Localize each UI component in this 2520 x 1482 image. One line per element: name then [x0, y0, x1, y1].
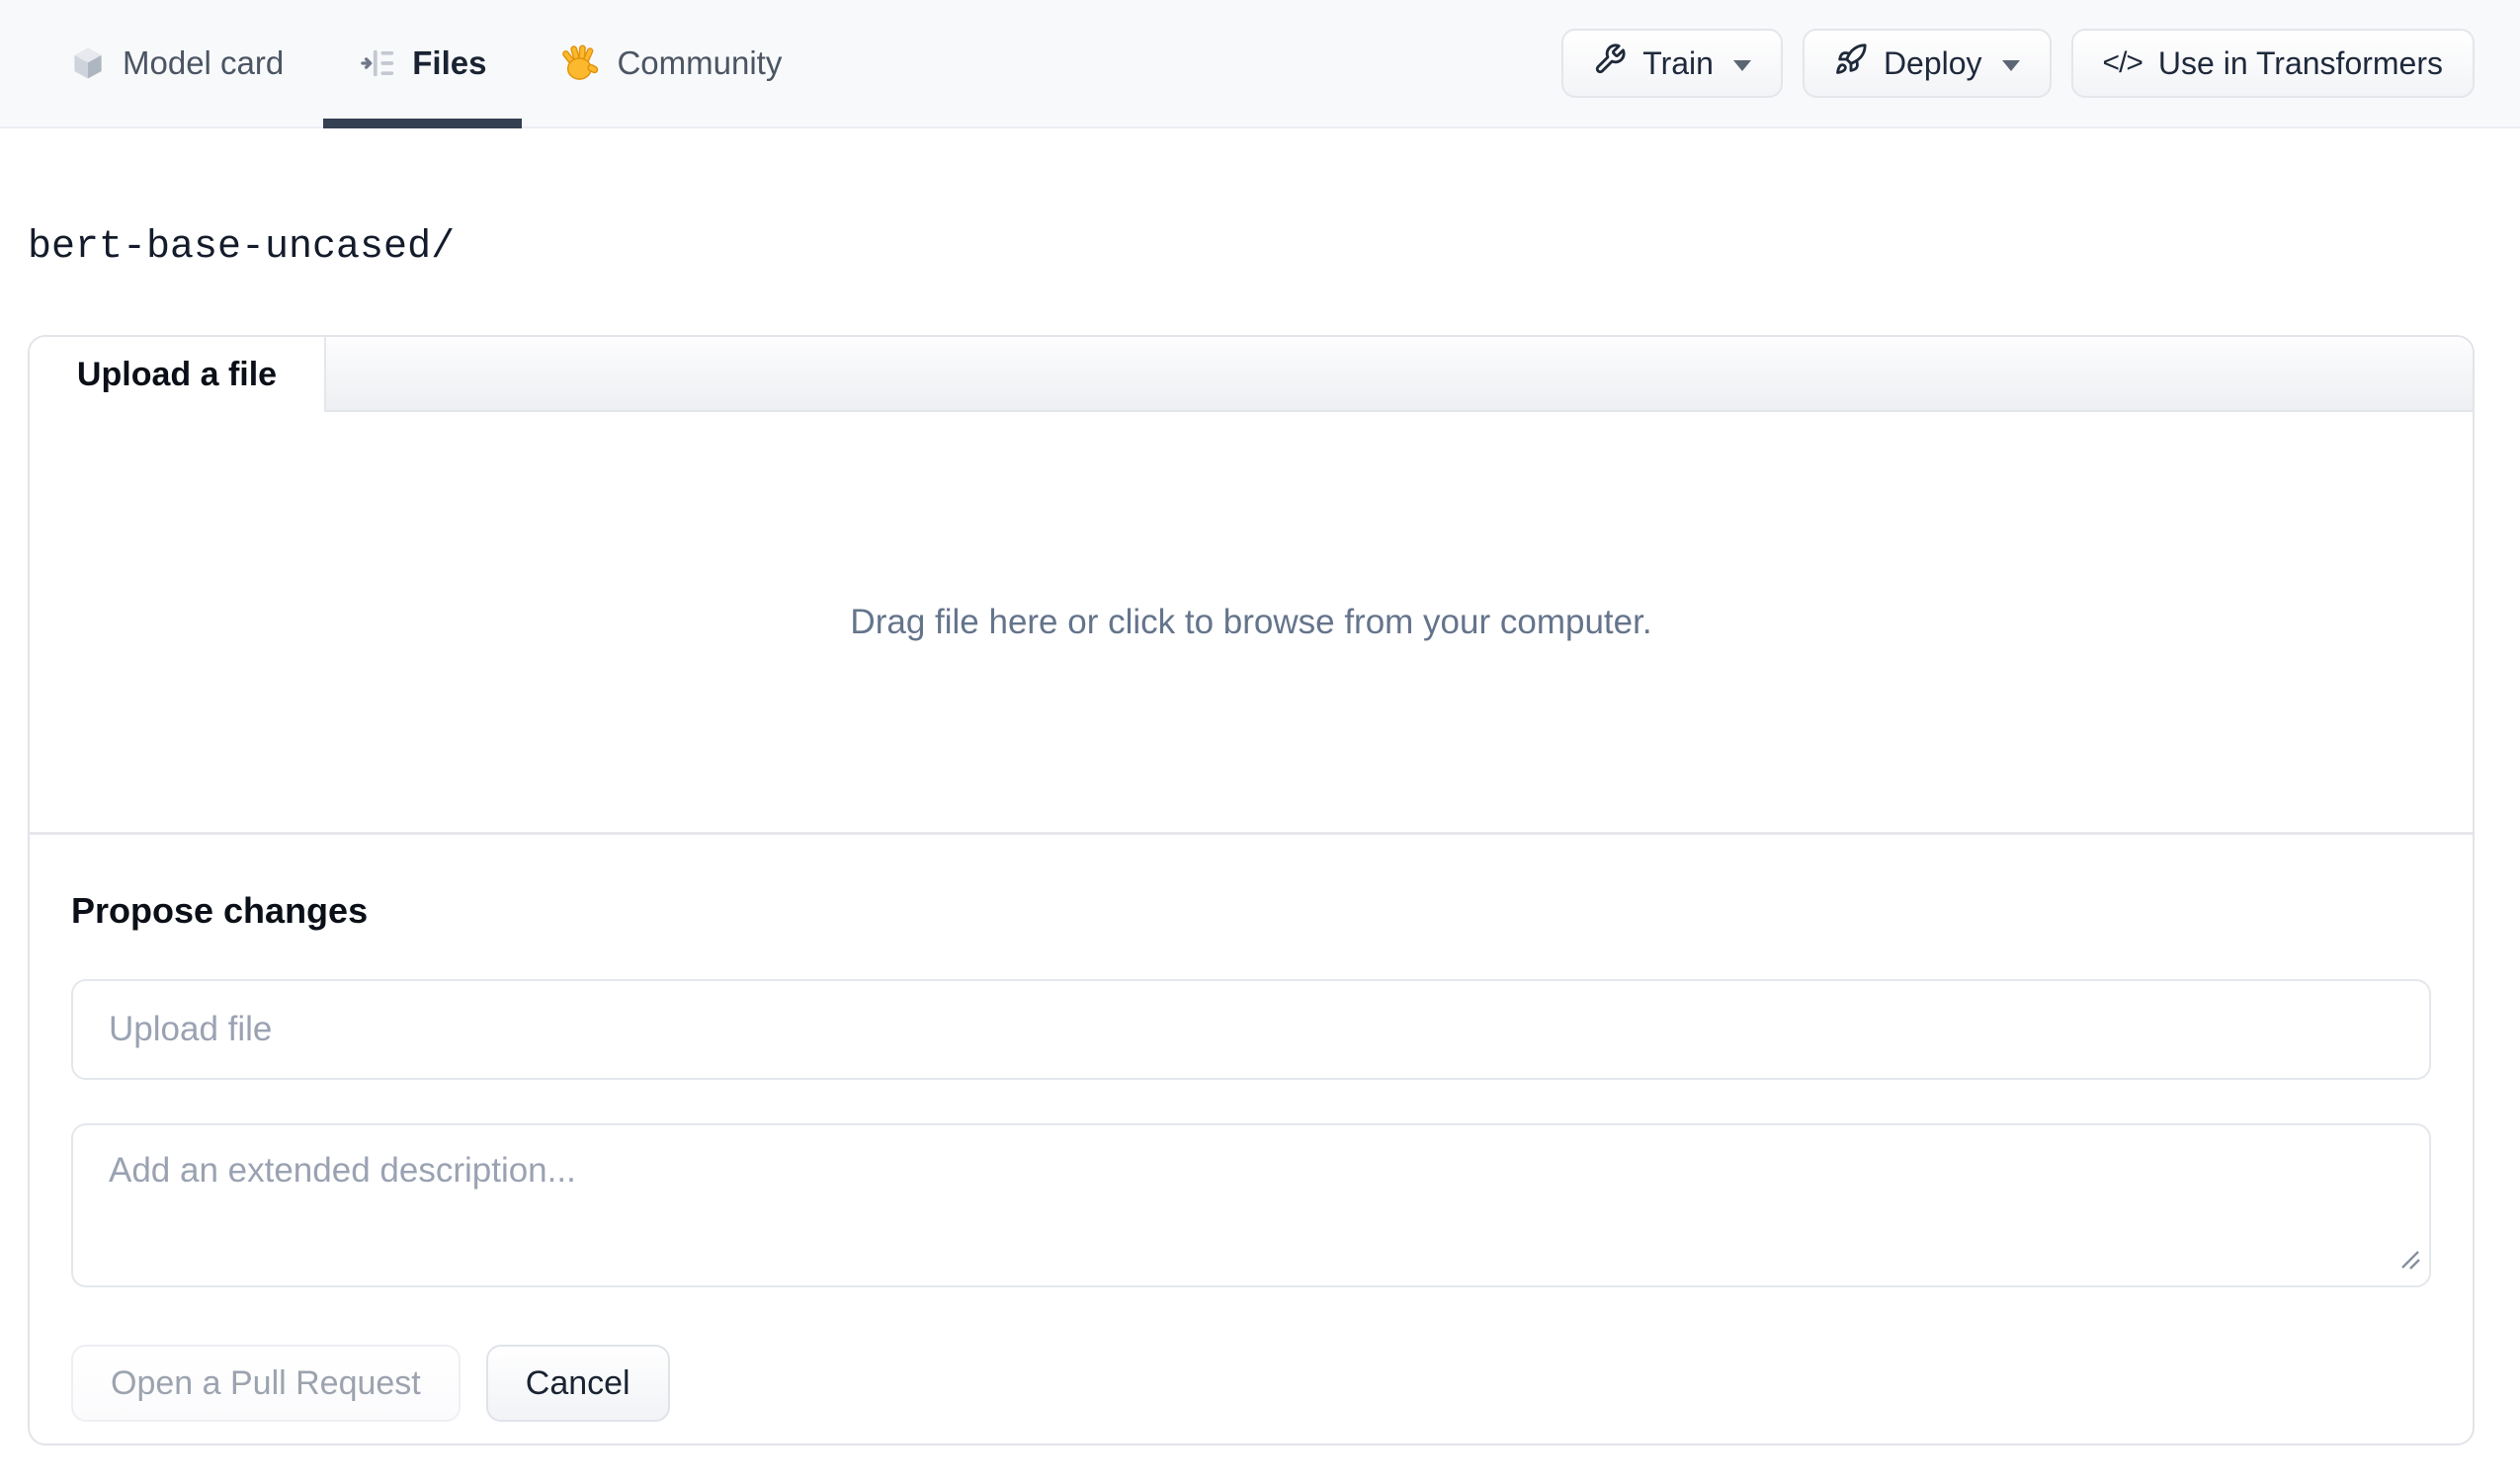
propose-changes-heading: Propose changes: [71, 890, 369, 931]
extended-description-textarea[interactable]: [71, 1123, 2431, 1287]
chevron-down-icon: [2001, 59, 2020, 71]
wrench-icon: [1593, 42, 1627, 84]
repo-header: Model card Files Community Train Deploy …: [0, 0, 2520, 128]
tab-upload-a-file[interactable]: Upload a file: [30, 337, 326, 412]
active-tab-underline: [323, 119, 523, 128]
resize-handle-icon[interactable]: [2398, 1248, 2422, 1276]
upload-card-tabbar: Upload a file: [30, 337, 2473, 412]
tab-label: Model card: [123, 44, 285, 81]
dropzone-text: Drag file here or click to browse from y…: [850, 602, 1652, 641]
tabbar-filler: [326, 337, 2473, 412]
tab-model-card[interactable]: Model card: [69, 0, 284, 126]
repo-tabs: Model card Files Community: [69, 0, 782, 128]
tab-community[interactable]: Community: [561, 0, 782, 126]
button-label: Train: [1642, 44, 1714, 81]
open-pull-request-button[interactable]: Open a Pull Request: [71, 1345, 461, 1422]
cancel-button[interactable]: Cancel: [485, 1345, 670, 1422]
use-in-transformers-button[interactable]: </> Use in Transformers: [2070, 29, 2475, 98]
header-actions: Train Deploy </> Use in Transformers: [1561, 0, 2475, 126]
train-button[interactable]: Train: [1561, 29, 1783, 98]
file-dropzone[interactable]: Drag file here or click to browse from y…: [30, 412, 2473, 835]
rocket-icon: [1834, 42, 1868, 84]
main-content: bert-base-uncased/ Upload a file Drag fi…: [0, 225, 2520, 1445]
tab-label: Community: [617, 44, 783, 81]
files-versions-icon: [359, 44, 396, 82]
form-actions: Open a Pull Request Cancel: [71, 1345, 2431, 1422]
tab-files[interactable]: Files: [323, 0, 523, 128]
button-label: Deploy: [1883, 44, 1982, 81]
cube-icon: [69, 44, 107, 82]
upload-file-input[interactable]: [71, 979, 2431, 1080]
breadcrumb-repo-path[interactable]: bert-base-uncased/: [28, 225, 455, 270]
deploy-button[interactable]: Deploy: [1802, 29, 2052, 98]
chevron-down-icon: [1732, 59, 1751, 71]
propose-changes-section: Propose changes Open a Pull Request Canc…: [30, 835, 2473, 1443]
waving-hand-icon: [561, 43, 601, 83]
upload-file-card: Upload a file Drag file here or click to…: [28, 335, 2475, 1445]
tab-label: Files: [412, 44, 487, 81]
code-icon: </>: [2102, 46, 2143, 79]
description-field-wrapper: [71, 1123, 2431, 1287]
button-label: Use in Transformers: [2157, 44, 2443, 81]
